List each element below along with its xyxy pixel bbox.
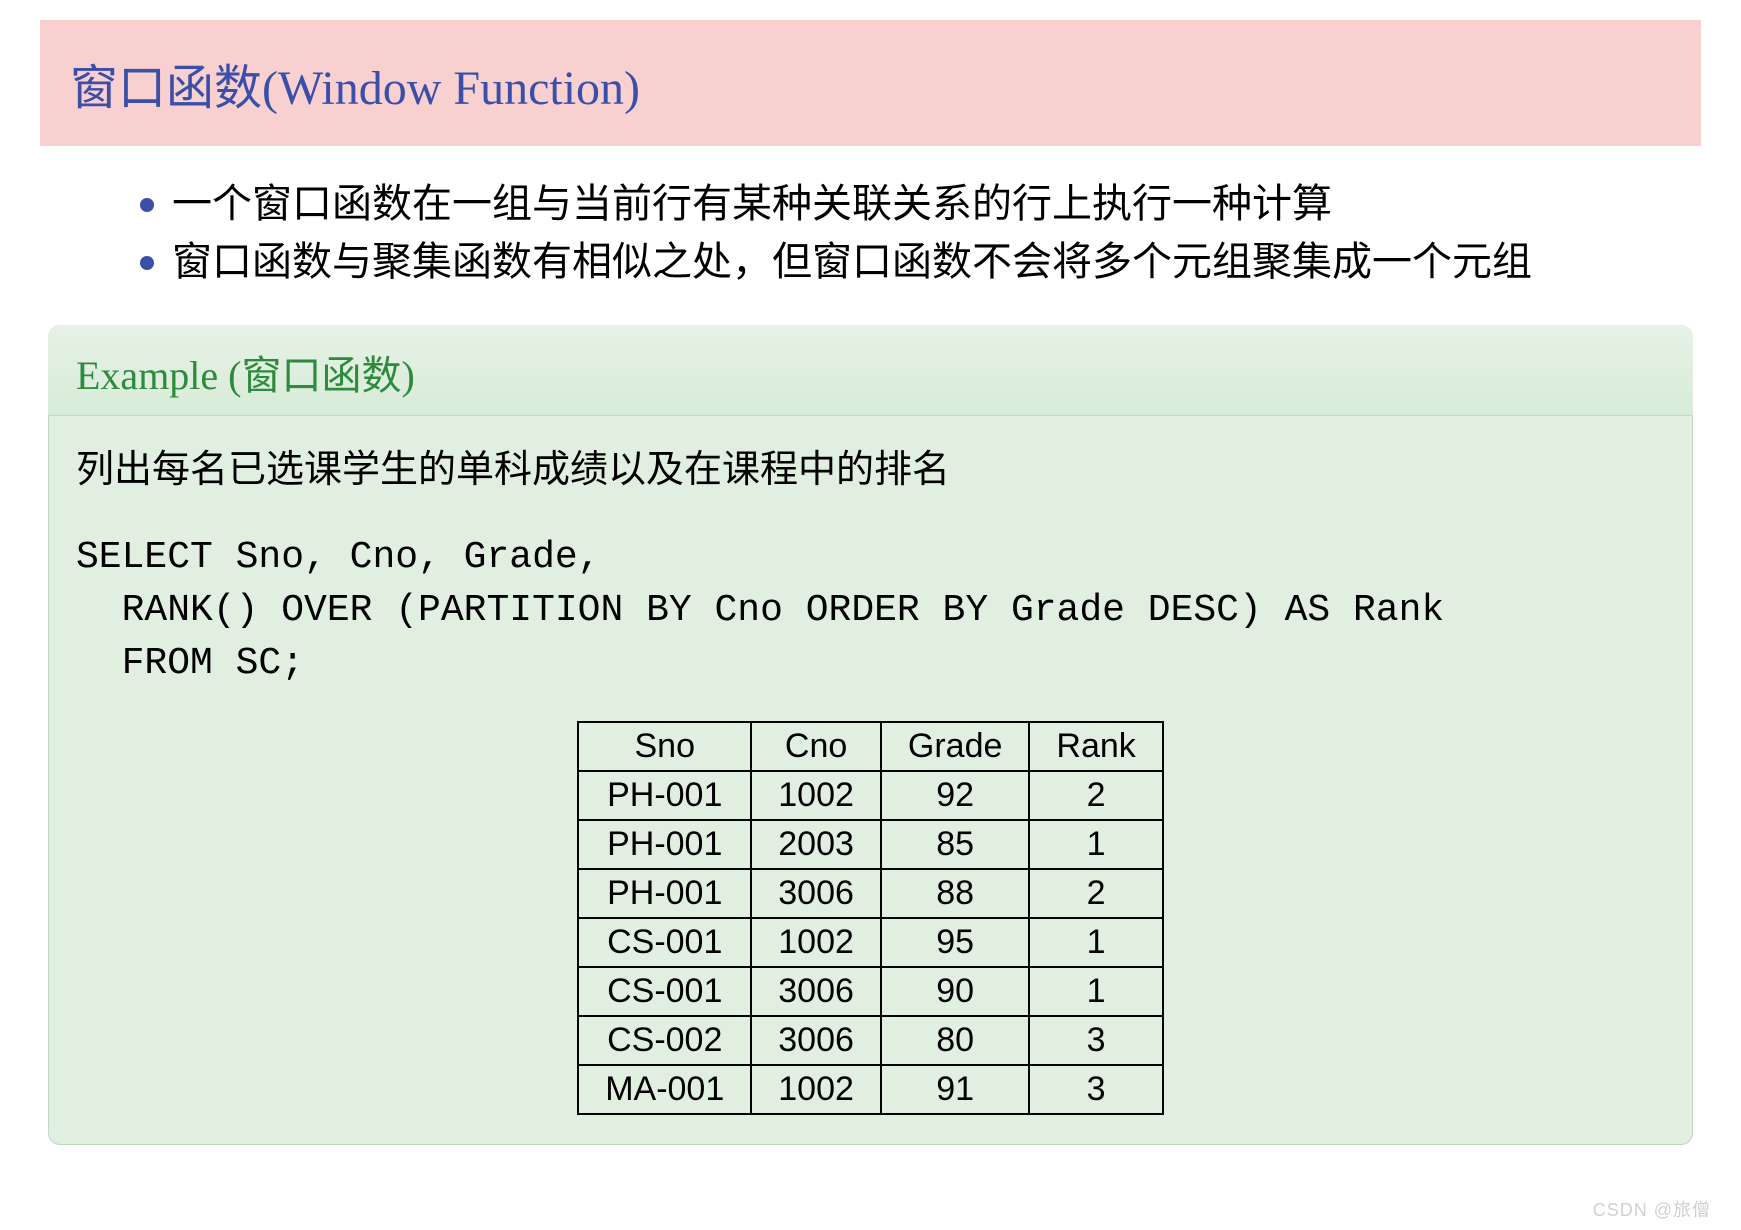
table-cell: 1002 bbox=[751, 1065, 881, 1114]
table-cell: 1 bbox=[1029, 967, 1162, 1016]
bullet-icon bbox=[140, 198, 154, 212]
sql-code: SELECT Sno, Cno, Grade, RANK() OVER (PAR… bbox=[76, 531, 1665, 691]
table-body: PH-001 1002 92 2 PH-001 2003 85 1 PH-001… bbox=[578, 771, 1163, 1114]
result-table: Sno Cno Grade Rank PH-001 1002 92 2 PH-0… bbox=[577, 721, 1164, 1115]
table-cell: MA-001 bbox=[578, 1065, 751, 1114]
table-cell: 2 bbox=[1029, 869, 1162, 918]
bullet-icon bbox=[140, 256, 154, 270]
table-cell: 1002 bbox=[751, 771, 881, 820]
table-row: CS-002 3006 80 3 bbox=[578, 1016, 1163, 1065]
table-cell: 1 bbox=[1029, 820, 1162, 869]
table-cell: 3006 bbox=[751, 967, 881, 1016]
table-header-cell: Grade bbox=[881, 722, 1030, 771]
table-cell: 90 bbox=[881, 967, 1030, 1016]
table-cell: CS-002 bbox=[578, 1016, 751, 1065]
table-header-row: Sno Cno Grade Rank bbox=[578, 722, 1163, 771]
table-cell: 1002 bbox=[751, 918, 881, 967]
table-cell: 3 bbox=[1029, 1065, 1162, 1114]
slide-container: 窗口函数(Window Function) 一个窗口函数在一组与当前行有某种关联… bbox=[0, 0, 1741, 1165]
table-cell: 88 bbox=[881, 869, 1030, 918]
table-row: CS-001 1002 95 1 bbox=[578, 918, 1163, 967]
table-cell: 95 bbox=[881, 918, 1030, 967]
table-cell: CS-001 bbox=[578, 967, 751, 1016]
table-cell: 3006 bbox=[751, 1016, 881, 1065]
example-description: 列出每名已选课学生的单科成绩以及在课程中的排名 bbox=[76, 438, 1665, 493]
table-header-cell: Rank bbox=[1029, 722, 1162, 771]
bullet-item: 一个窗口函数在一组与当前行有某种关联关系的行上执行一种计算 bbox=[140, 176, 1641, 232]
table-cell: CS-001 bbox=[578, 918, 751, 967]
slide-title-block: 窗口函数(Window Function) bbox=[40, 20, 1701, 146]
example-body: 列出每名已选课学生的单科成绩以及在课程中的排名 SELECT Sno, Cno,… bbox=[48, 416, 1693, 1145]
bullet-text: 一个窗口函数在一组与当前行有某种关联关系的行上执行一种计算 bbox=[172, 176, 1641, 232]
bullet-list: 一个窗口函数在一组与当前行有某种关联关系的行上执行一种计算 窗口函数与聚集函数有… bbox=[40, 176, 1701, 290]
table-cell: PH-001 bbox=[578, 771, 751, 820]
table-cell: 2003 bbox=[751, 820, 881, 869]
watermark: CSDN @旅僧 bbox=[1593, 1196, 1711, 1222]
slide-title: 窗口函数(Window Function) bbox=[70, 48, 1671, 118]
table-header-cell: Sno bbox=[578, 722, 751, 771]
table-row: CS-001 3006 90 1 bbox=[578, 967, 1163, 1016]
bullet-item: 窗口函数与聚集函数有相似之处，但窗口函数不会将多个元组聚集成一个元组 bbox=[140, 234, 1641, 290]
table-cell: 2 bbox=[1029, 771, 1162, 820]
table-cell: PH-001 bbox=[578, 869, 751, 918]
table-cell: 85 bbox=[881, 820, 1030, 869]
table-row: PH-001 1002 92 2 bbox=[578, 771, 1163, 820]
table-row: PH-001 2003 85 1 bbox=[578, 820, 1163, 869]
table-row: PH-001 3006 88 2 bbox=[578, 869, 1163, 918]
table-cell: 92 bbox=[881, 771, 1030, 820]
table-header-cell: Cno bbox=[751, 722, 881, 771]
table-cell: 1 bbox=[1029, 918, 1162, 967]
table-row: MA-001 1002 91 3 bbox=[578, 1065, 1163, 1114]
table-cell: 80 bbox=[881, 1016, 1030, 1065]
example-header: Example (窗口函数) bbox=[48, 325, 1693, 416]
table-cell: 91 bbox=[881, 1065, 1030, 1114]
example-block: Example (窗口函数) 列出每名已选课学生的单科成绩以及在课程中的排名 S… bbox=[48, 325, 1693, 1145]
table-cell: 3 bbox=[1029, 1016, 1162, 1065]
bullet-text: 窗口函数与聚集函数有相似之处，但窗口函数不会将多个元组聚集成一个元组 bbox=[172, 234, 1641, 290]
table-cell: PH-001 bbox=[578, 820, 751, 869]
table-cell: 3006 bbox=[751, 869, 881, 918]
example-title: Example (窗口函数) bbox=[76, 353, 415, 398]
